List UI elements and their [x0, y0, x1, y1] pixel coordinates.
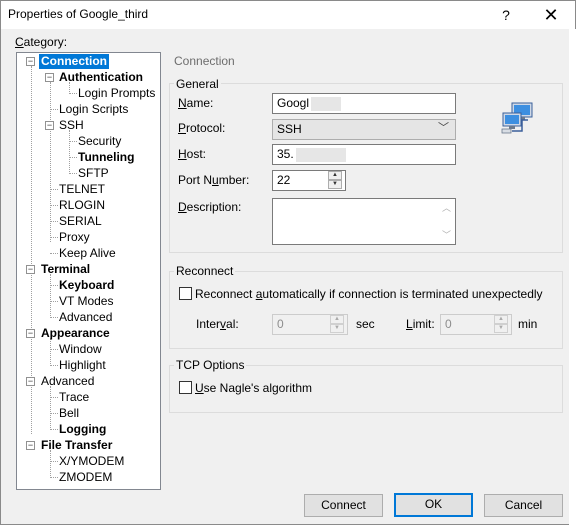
nagle-checkbox[interactable]: [179, 381, 192, 394]
tree-item-highlight[interactable]: Highlight: [59, 358, 106, 373]
tree-item-terminal-advanced[interactable]: Advanced: [59, 310, 112, 325]
tree-item-security[interactable]: Security: [78, 134, 121, 149]
spin-down-icon[interactable]: ▼: [494, 324, 508, 333]
network-computers-icon: [501, 102, 533, 134]
name-label: Name:: [178, 96, 214, 110]
description-label: Description:: [178, 200, 242, 214]
category-tree[interactable]: − − − − − − − Connection Authentication …: [16, 52, 161, 490]
tree-item-proxy[interactable]: Proxy: [59, 230, 90, 245]
description-field[interactable]: ︿ ﹀: [272, 198, 456, 245]
ok-button[interactable]: OK: [394, 493, 473, 517]
port-spinner[interactable]: ▲ ▼: [328, 171, 344, 190]
scroll-down-icon[interactable]: ﹀: [438, 228, 455, 242]
expander-appearance-icon[interactable]: −: [26, 329, 35, 338]
tree-item-vt-modes[interactable]: VT Modes: [59, 294, 113, 309]
spin-up-icon[interactable]: ▲: [330, 315, 344, 324]
tree-item-trace[interactable]: Trace: [59, 390, 89, 405]
window-title: Properties of Google_third: [8, 7, 149, 21]
tree-item-appearance[interactable]: Appearance: [41, 326, 110, 341]
properties-dialog: Properties of Google_third ? ✕ Category:: [0, 0, 576, 526]
tree-item-terminal[interactable]: Terminal: [41, 262, 90, 277]
tree-item-window[interactable]: Window: [59, 342, 102, 357]
tree-item-keyboard[interactable]: Keyboard: [59, 278, 114, 293]
interval-unit: sec: [356, 317, 375, 331]
tree-item-xymodem[interactable]: X/YMODEM: [59, 454, 124, 469]
interval-spinner[interactable]: ▲ ▼: [330, 315, 346, 334]
expander-authentication-icon[interactable]: −: [45, 73, 54, 82]
reconnect-group-title: Reconnect: [174, 264, 236, 278]
tree-item-tunneling[interactable]: Tunneling: [78, 150, 134, 165]
spin-down-icon[interactable]: ▼: [328, 180, 342, 189]
tree-item-file-transfer[interactable]: File Transfer: [41, 438, 112, 453]
protocol-select[interactable]: SSH ﹀: [272, 119, 456, 140]
tree-item-keep-alive[interactable]: Keep Alive: [59, 246, 116, 261]
host-field[interactable]: 35.: [272, 144, 456, 165]
interval-label: Interval:: [196, 317, 239, 331]
tcp-options-group-title: TCP Options: [174, 358, 247, 372]
tree-item-telnet[interactable]: TELNET: [59, 182, 105, 197]
tree-item-authentication[interactable]: Authentication: [59, 70, 143, 85]
help-button[interactable]: ?: [491, 3, 521, 27]
connect-button[interactable]: Connect: [304, 494, 383, 517]
spin-down-icon[interactable]: ▼: [330, 324, 344, 333]
port-field[interactable]: 22 ▲ ▼: [272, 170, 346, 191]
tree-item-bell[interactable]: Bell: [59, 406, 79, 421]
host-label: Host:: [178, 147, 207, 161]
description-scrollbar[interactable]: ︿ ﹀: [438, 199, 455, 244]
spin-up-icon[interactable]: ▲: [494, 315, 508, 324]
expander-file-transfer-icon[interactable]: −: [26, 441, 35, 450]
general-group-title: General: [174, 77, 221, 91]
tree-item-zmodem[interactable]: ZMODEM: [59, 470, 112, 485]
limit-unit: min: [518, 317, 538, 331]
expander-ssh-icon[interactable]: −: [45, 121, 54, 130]
expander-terminal-icon[interactable]: −: [26, 265, 35, 274]
tree-item-rlogin[interactable]: RLOGIN: [59, 198, 105, 213]
tree-item-ssh[interactable]: SSH: [59, 118, 84, 133]
cancel-button[interactable]: Cancel: [484, 494, 563, 517]
tree-item-advanced[interactable]: Advanced: [41, 374, 94, 389]
tree-item-serial[interactable]: SERIAL: [59, 214, 102, 229]
scroll-up-icon[interactable]: ︿: [438, 201, 455, 215]
background-window-edge: [569, 29, 576, 526]
port-label: Port Number:: [178, 173, 250, 187]
tree-item-connection[interactable]: Connection: [39, 54, 109, 69]
spin-up-icon[interactable]: ▲: [328, 171, 342, 180]
tree-item-logging[interactable]: Logging: [59, 422, 106, 437]
reconnect-group: [169, 271, 563, 349]
nagle-checkbox-label[interactable]: Use Nagle's algorithm: [195, 381, 312, 395]
category-label: Category:: [15, 35, 68, 49]
protocol-label: Protocol:: [178, 121, 226, 135]
interval-field[interactable]: 0 ▲ ▼: [272, 314, 348, 335]
chevron-down-icon: ﹀: [438, 122, 449, 134]
limit-label: Limit:: [406, 317, 435, 331]
reconnect-checkbox-label[interactable]: Reconnect automatically if connection is…: [195, 287, 543, 301]
panel-heading: Connection: [174, 54, 235, 68]
limit-field[interactable]: 0 ▲ ▼: [440, 314, 512, 335]
close-button[interactable]: ✕: [535, 3, 567, 27]
limit-spinner[interactable]: ▲ ▼: [494, 315, 510, 334]
panel-heading-bar: Connection: [169, 52, 563, 72]
tree-item-login-scripts[interactable]: Login Scripts: [59, 102, 128, 117]
reconnect-checkbox[interactable]: [179, 287, 192, 300]
tree-item-login-prompts[interactable]: Login Prompts: [78, 86, 155, 101]
title-bar: Properties of Google_third ? ✕: [1, 1, 575, 29]
tree-item-sftp[interactable]: SFTP: [78, 166, 109, 181]
expander-connection-icon[interactable]: −: [26, 57, 35, 66]
expander-advanced-icon[interactable]: −: [26, 377, 35, 386]
name-field[interactable]: Googl: [272, 93, 456, 114]
